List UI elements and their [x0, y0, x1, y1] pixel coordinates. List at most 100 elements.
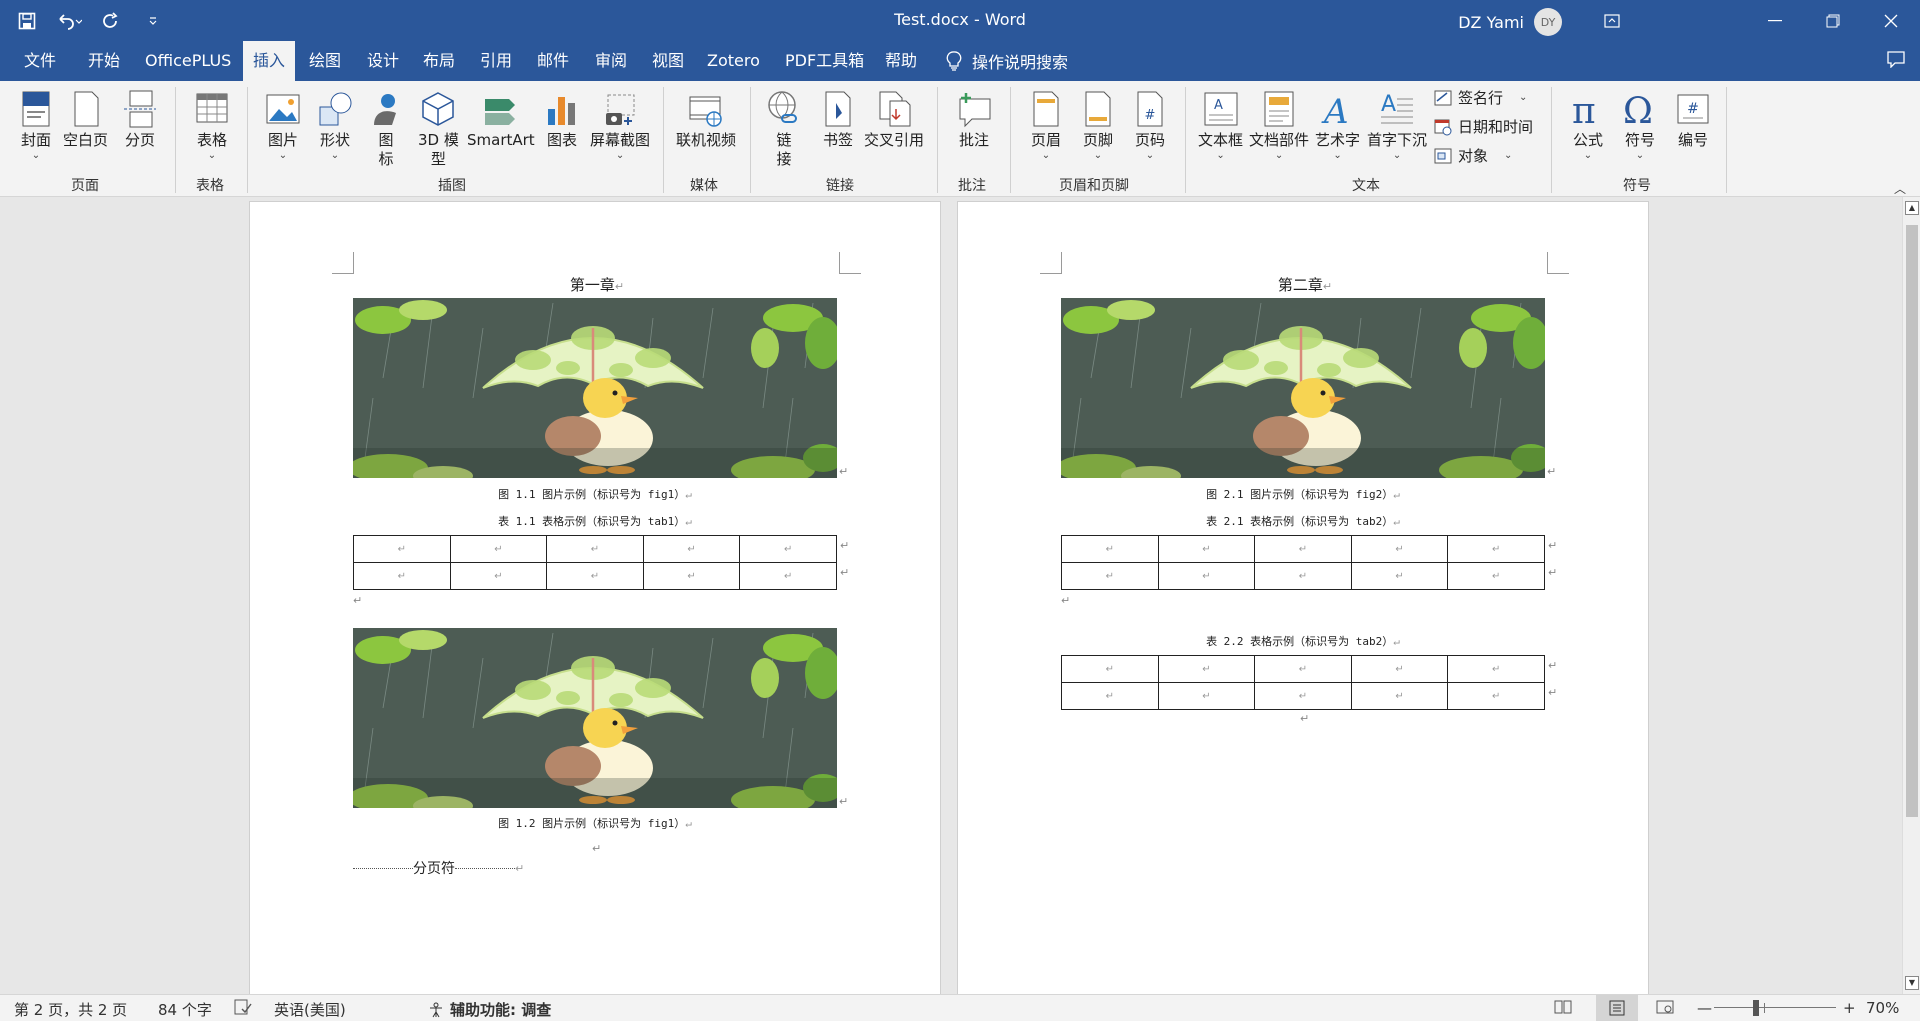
table-caption[interactable]: 表 2.2 表格示例（标识号为 tab2）↵ [1061, 633, 1545, 649]
tab-design[interactable]: 设计 [363, 41, 403, 81]
document-page-1[interactable]: 第一章↵ ↵ 图 1.1 图片示例（标识号为 fig1）↵ 表 1.1 表格示例… [249, 201, 941, 994]
tell-me-search[interactable]: 操作说明搜索 [946, 41, 1068, 81]
table-cell[interactable]: ↵ [1254, 535, 1352, 563]
zoom-slider[interactable] [1714, 1007, 1836, 1008]
chart-button[interactable]: 图表 [542, 89, 582, 150]
blank-page-button[interactable]: 空白页 [63, 89, 108, 150]
figure-caption[interactable]: 图 1.1 图片示例（标识号为 fig1）↵ [353, 486, 837, 502]
numbering-button[interactable]: # 编号 [1673, 89, 1713, 150]
table-cell[interactable]: ↵ [1350, 682, 1449, 710]
document-page-2[interactable]: 第二章↵ ↵ 图 2.1 图片示例（标识号为 fig2）↵ 表 2.1 表格示例… [957, 201, 1649, 994]
text-box-button[interactable]: A 文本框 ⌄ [1198, 89, 1243, 162]
tab-layout[interactable]: 布局 [419, 41, 459, 81]
word-count-status[interactable]: 84 个字 [158, 999, 212, 1020]
table-cell[interactable]: ↵ [353, 535, 451, 563]
zoom-level[interactable]: 70% [1866, 999, 1899, 1017]
print-layout-icon[interactable] [1596, 995, 1638, 1021]
table-cell[interactable]: ↵ [1157, 535, 1256, 563]
smartart-button[interactable]: SmartArt [467, 89, 535, 150]
icons-button[interactable]: 图标 [366, 89, 406, 169]
document-table[interactable]: ↵ ↵ ↵ ↵ ↵ ↵ ↵ ↵ ↵ ↵ [1061, 535, 1545, 590]
minimize-icon[interactable] [1746, 0, 1804, 41]
header-button[interactable]: 页眉 ⌄ [1026, 89, 1066, 162]
close-icon[interactable] [1862, 0, 1920, 41]
table-cell[interactable]: ↵ [1447, 682, 1545, 710]
online-video-button[interactable]: 联机视频 [676, 89, 736, 150]
table-cell[interactable]: ↵ [546, 535, 644, 563]
table-cell[interactable]: ↵ [1350, 535, 1449, 563]
language-status[interactable]: 英语(美国) [274, 999, 346, 1020]
bookmark-button[interactable]: 书签 [818, 89, 858, 150]
page-number-button[interactable]: # 页码 ⌄ [1130, 89, 1170, 162]
scrollbar-thumb[interactable] [1906, 225, 1918, 817]
table-cell[interactable]: ↵ [642, 562, 741, 590]
table-cell[interactable]: ↵ [1157, 655, 1256, 683]
new-comment-button[interactable]: 批注 [954, 89, 994, 150]
symbol-button[interactable]: Ω 符号 ⌄ [1620, 89, 1660, 162]
table-cell[interactable]: ↵ [739, 535, 837, 563]
tab-zotero[interactable]: Zotero [703, 41, 764, 81]
table-cell[interactable]: ↵ [449, 535, 548, 563]
picture-button[interactable]: 图片 ⌄ [263, 89, 303, 162]
zoom-slider-thumb[interactable] [1753, 1000, 1759, 1016]
duck-umbrella-figure[interactable] [1061, 298, 1545, 478]
equation-button[interactable]: π 公式 ⌄ [1568, 89, 1608, 162]
table-cell[interactable]: ↵ [1061, 655, 1159, 683]
tab-officeplus[interactable]: OfficePLUS [141, 41, 235, 81]
link-button[interactable]: 链接 [764, 89, 804, 169]
proofing-icon[interactable] [234, 999, 252, 1015]
table-caption[interactable]: 表 1.1 表格示例（标识号为 tab1）↵ [353, 513, 837, 529]
table-cell[interactable]: ↵ [1061, 535, 1159, 563]
table-cell[interactable]: ↵ [1350, 655, 1449, 683]
table-caption[interactable]: 表 2.1 表格示例（标识号为 tab2）↵ [1061, 513, 1545, 529]
page-count-status[interactable]: 第 2 页，共 2 页 [14, 999, 127, 1020]
table-cell[interactable]: ↵ [1447, 655, 1545, 683]
document-canvas[interactable]: 第一章↵ ↵ 图 1.1 图片示例（标识号为 fig1）↵ 表 1.1 表格示例… [0, 197, 1902, 994]
tab-view[interactable]: 视图 [648, 41, 688, 81]
table-cell[interactable]: ↵ [1254, 682, 1352, 710]
table-cell[interactable]: ↵ [449, 562, 548, 590]
table-cell[interactable]: ↵ [353, 562, 451, 590]
figure-caption[interactable]: 图 1.2 图片示例（标识号为 fig1）↵ [353, 815, 837, 831]
collapse-ribbon-icon[interactable]: ︿ [1894, 180, 1906, 197]
tab-insert[interactable]: 插入 [243, 41, 296, 81]
restore-icon[interactable] [1804, 0, 1862, 41]
tab-file[interactable]: 文件 [20, 41, 60, 81]
table-cell[interactable]: ↵ [1061, 562, 1159, 590]
scroll-up-icon[interactable]: ▲ [1905, 201, 1919, 215]
table-button[interactable]: 表格 ⌄ [192, 89, 232, 162]
comments-pane-icon[interactable] [1886, 50, 1906, 72]
figure-caption[interactable]: 图 2.1 图片示例（标识号为 fig2）↵ [1061, 486, 1545, 502]
table-cell[interactable]: ↵ [642, 535, 741, 563]
duck-umbrella-figure[interactable] [353, 298, 837, 478]
chapter-heading[interactable]: 第一章↵ [497, 274, 697, 295]
table-cell[interactable]: ↵ [1350, 562, 1449, 590]
drop-cap-button[interactable]: A 首字下沉 ⌄ [1367, 89, 1427, 162]
table-cell[interactable]: ↵ [1254, 655, 1352, 683]
shapes-button[interactable]: 形状 ⌄ [315, 89, 355, 162]
signature-line-button[interactable]: 签名行 ⌄ [1434, 87, 1527, 108]
table-cell[interactable]: ↵ [739, 562, 837, 590]
quick-parts-button[interactable]: 文档部件 ⌄ [1249, 89, 1309, 162]
zoom-in-button[interactable]: + [1843, 999, 1856, 1017]
3d-models-button[interactable]: 3D 模型 [418, 89, 459, 169]
footer-button[interactable]: 页脚 ⌄ [1078, 89, 1118, 162]
table-cell[interactable]: ↵ [546, 562, 644, 590]
tab-help[interactable]: 帮助 [881, 41, 921, 81]
table-cell[interactable]: ↵ [1157, 682, 1256, 710]
chapter-heading[interactable]: 第二章↵ [1205, 274, 1405, 295]
vertical-scrollbar[interactable]: ▲ ▼ [1902, 197, 1920, 994]
table-cell[interactable]: ↵ [1157, 562, 1256, 590]
document-table[interactable]: ↵ ↵ ↵ ↵ ↵ ↵ ↵ ↵ ↵ ↵ [353, 535, 837, 590]
tab-draw[interactable]: 绘图 [305, 41, 345, 81]
object-button[interactable]: 对象 ⌄ [1434, 145, 1512, 166]
screenshot-button[interactable]: 屏幕截图 ⌄ [590, 89, 650, 162]
zoom-out-button[interactable]: — [1697, 999, 1712, 1017]
cross-reference-button[interactable]: 交叉引用 [864, 89, 924, 150]
tab-references[interactable]: 引用 [476, 41, 516, 81]
ribbon-display-options-icon[interactable] [1604, 13, 1620, 32]
web-layout-icon[interactable] [1656, 999, 1674, 1015]
table-cell[interactable]: ↵ [1447, 535, 1545, 563]
date-time-button[interactable]: 日期和时间 [1434, 116, 1533, 137]
read-mode-icon[interactable] [1554, 999, 1572, 1015]
